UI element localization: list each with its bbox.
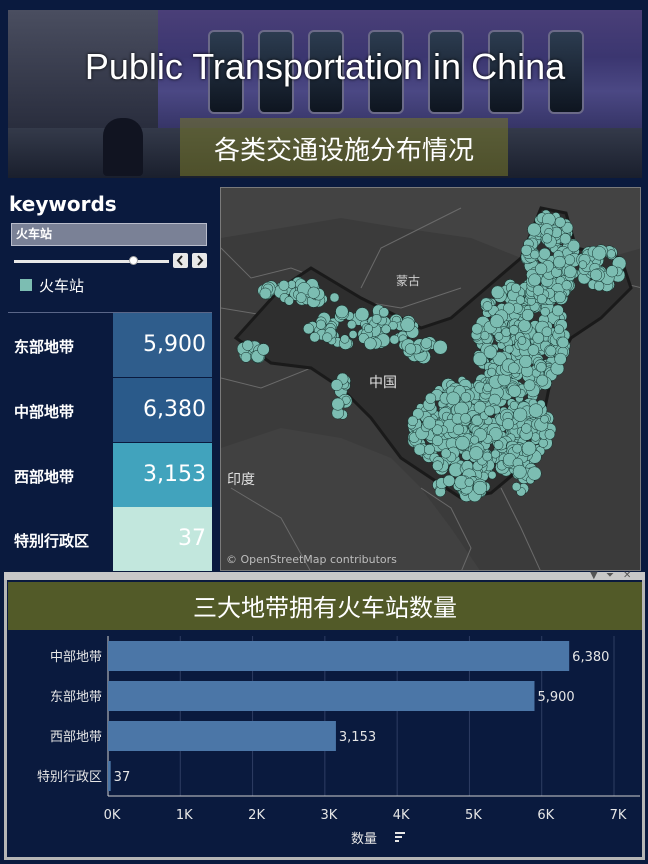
category-label: 中部地带: [50, 650, 102, 665]
bar[interactable]: [108, 721, 336, 751]
value-label: 37: [114, 770, 131, 785]
bar[interactable]: [108, 641, 570, 671]
bar[interactable]: [108, 681, 535, 711]
value-label: 6,380: [572, 650, 609, 665]
x-tick-label: 2K: [248, 808, 265, 823]
x-tick-label: 5K: [465, 808, 482, 823]
bar-chart: 中部地带东部地带西部地带特别行政区 6,380 5,900 3,153 37 0K 1K…: [37, 636, 640, 847]
bar[interactable]: [108, 761, 111, 791]
category-label: 东部地带: [50, 690, 102, 705]
x-tick-label: 0K: [104, 808, 121, 823]
x-tick-label: 6K: [537, 808, 554, 823]
category-label: 特别行政区: [37, 770, 102, 785]
category-label: 西部地带: [50, 730, 102, 745]
sort-icon[interactable]: [395, 832, 405, 842]
x-tick-label: 3K: [320, 808, 337, 823]
value-label: 3,153: [339, 730, 376, 745]
value-label: 5,900: [537, 690, 574, 705]
x-tick-label: 1K: [176, 808, 193, 823]
x-tick-label: 4K: [393, 808, 410, 823]
x-tick-label: 7K: [610, 808, 627, 823]
x-axis-label: 数量: [351, 832, 377, 847]
